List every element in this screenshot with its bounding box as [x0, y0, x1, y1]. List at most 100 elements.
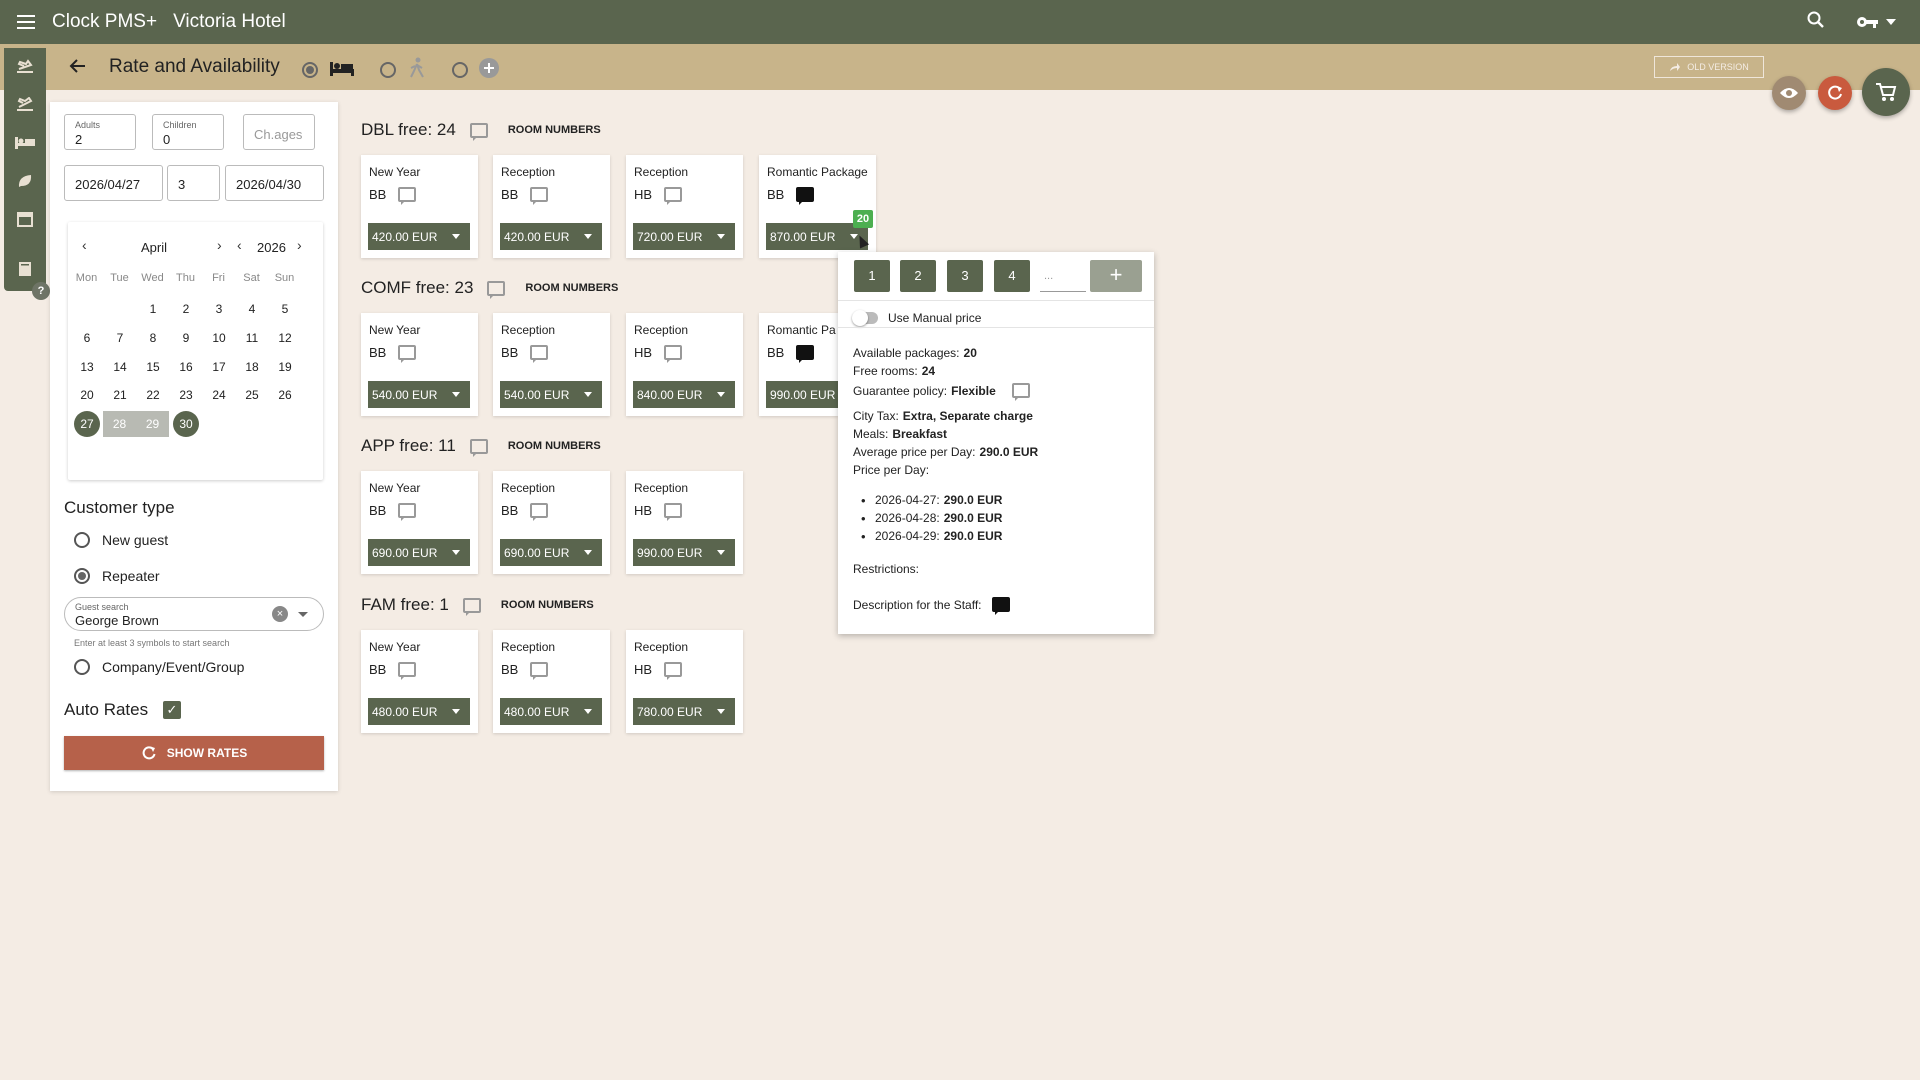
price-dropdown-button[interactable]: 990.00 EUR — [633, 539, 735, 566]
comment-icon[interactable] — [530, 187, 549, 205]
key-icon[interactable] — [1856, 14, 1896, 30]
comment-icon[interactable] — [664, 662, 683, 680]
comment-icon[interactable] — [398, 187, 417, 205]
eye-icon[interactable] — [1772, 76, 1806, 110]
room-numbers-link[interactable]: ROOM NUMBERS — [525, 282, 618, 294]
menu-icon[interactable] — [14, 10, 38, 34]
qty-input[interactable]: ... — [1040, 260, 1086, 292]
next-month-icon[interactable]: › — [217, 237, 222, 253]
price-dropdown-button[interactable]: 420.00 EUR — [500, 223, 602, 250]
comment-icon[interactable] — [398, 662, 417, 680]
show-rates-button[interactable]: SHOW RATES — [64, 736, 324, 770]
comment-icon[interactable] — [487, 280, 506, 299]
qty-button-4[interactable]: 4 — [994, 260, 1030, 292]
customer-option-repeater[interactable]: Repeater — [74, 568, 160, 584]
leaf-icon[interactable] — [14, 170, 36, 192]
cart-icon[interactable] — [1862, 68, 1910, 116]
calendar-day[interactable]: 3 — [206, 296, 232, 322]
guest-search-input[interactable]: Guest search George Brown × — [64, 597, 324, 631]
comment-icon[interactable] — [530, 662, 549, 680]
price-dropdown-button[interactable]: 690.00 EUR — [500, 539, 602, 566]
comment-icon[interactable] — [462, 597, 481, 616]
calendar-day[interactable]: 14 — [107, 354, 133, 380]
calendar-day[interactable]: 30 — [173, 411, 199, 437]
comment-icon[interactable] — [469, 438, 488, 457]
comment-icon[interactable] — [1011, 383, 1030, 401]
comment-icon[interactable] — [664, 187, 683, 205]
comment-icon[interactable] — [530, 503, 549, 521]
calendar-day[interactable]: 12 — [272, 325, 298, 351]
price-dropdown-button[interactable]: 780.00 EUR — [633, 698, 735, 725]
calendar-day[interactable]: 21 — [107, 382, 133, 408]
calendar-day[interactable]: 17 — [206, 354, 232, 380]
prev-year-icon[interactable]: ‹ — [237, 237, 242, 253]
child-ages-field[interactable]: Ch.ages — [243, 114, 315, 150]
manual-price-toggle[interactable] — [852, 310, 878, 326]
calendar-day[interactable]: 4 — [239, 296, 265, 322]
auto-rates-checkbox[interactable]: ✓ — [163, 701, 181, 719]
room-numbers-link[interactable]: ROOM NUMBERS — [508, 124, 601, 136]
refresh-icon[interactable] — [1818, 76, 1852, 110]
comment-icon[interactable] — [398, 503, 417, 521]
next-year-icon[interactable]: › — [297, 237, 302, 253]
calendar-day[interactable]: 25 — [239, 382, 265, 408]
prev-month-icon[interactable]: ‹ — [82, 237, 87, 253]
date-from-field[interactable]: 2026/04/27 — [64, 165, 163, 201]
calendar-day[interactable]: 22 — [140, 382, 166, 408]
mode-radio-activity[interactable] — [380, 61, 396, 78]
qty-button-1[interactable]: 1 — [854, 260, 890, 292]
calendar-day[interactable]: 7 — [107, 325, 133, 351]
date-to-field[interactable]: 2026/04/30 — [225, 165, 324, 201]
children-field[interactable]: Children 0 — [152, 114, 224, 150]
back-arrow-icon[interactable] — [68, 56, 88, 82]
calendar-day[interactable]: 26 — [272, 382, 298, 408]
customer-option-new-guest[interactable]: New guest — [74, 532, 168, 548]
comment-icon[interactable] — [398, 345, 417, 363]
price-dropdown-button[interactable]: 480.00 EUR — [368, 698, 470, 725]
price-dropdown-button[interactable]: 990.00 EUR — [766, 381, 838, 408]
calendar-day[interactable]: 13 — [74, 354, 100, 380]
old-version-button[interactable]: OLD VERSION — [1654, 56, 1764, 78]
calendar-icon[interactable] — [14, 208, 36, 230]
chevron-down-icon[interactable] — [298, 612, 308, 617]
arrivals-icon[interactable] — [14, 56, 36, 78]
price-dropdown-button[interactable]: 540.00 EUR — [500, 381, 602, 408]
mode-radio-extra[interactable] — [452, 61, 468, 78]
calendar-day[interactable]: 29 — [136, 411, 169, 437]
price-dropdown-button[interactable]: 540.00 EUR — [368, 381, 470, 408]
adults-field[interactable]: Adults 2 — [64, 114, 136, 150]
calendar-day[interactable]: 15 — [140, 354, 166, 380]
qty-button-2[interactable]: 2 — [900, 260, 936, 292]
calendar-day[interactable]: 16 — [173, 354, 199, 380]
price-dropdown-button[interactable]: 420.00 EUR — [368, 223, 470, 250]
nights-field[interactable]: 3 — [167, 165, 220, 201]
comment-icon[interactable] — [664, 345, 683, 363]
comment-icon[interactable] — [469, 122, 488, 141]
calendar-day[interactable]: 27 — [74, 411, 100, 437]
book-icon[interactable] — [14, 258, 36, 280]
calendar-day[interactable]: 9 — [173, 325, 199, 351]
calendar-day[interactable]: 19 — [272, 354, 298, 380]
comment-icon[interactable] — [664, 503, 683, 521]
price-dropdown-button[interactable]: 840.00 EUR — [633, 381, 735, 408]
calendar-day[interactable]: 18 — [239, 354, 265, 380]
price-dropdown-button[interactable]: 480.00 EUR — [500, 698, 602, 725]
calendar-day[interactable]: 2 — [173, 296, 199, 322]
customer-option-company[interactable]: Company/Event/Group — [74, 659, 244, 675]
price-dropdown-button[interactable]: 720.00 EUR — [633, 223, 735, 250]
calendar-day[interactable]: 20 — [74, 382, 100, 408]
departures-icon[interactable] — [14, 94, 36, 116]
comment-icon[interactable] — [991, 597, 1010, 615]
comment-icon[interactable] — [796, 345, 815, 363]
calendar-day[interactable]: 23 — [173, 382, 199, 408]
calendar-day[interactable]: 1 — [140, 296, 166, 322]
mode-radio-room[interactable] — [302, 61, 318, 78]
qty-button-3[interactable]: 3 — [947, 260, 983, 292]
search-icon[interactable] — [1806, 10, 1826, 33]
price-dropdown-button[interactable]: 690.00 EUR — [368, 539, 470, 566]
calendar-day[interactable]: 8 — [140, 325, 166, 351]
rooms-icon[interactable] — [14, 132, 36, 154]
calendar-day[interactable]: 10 — [206, 325, 232, 351]
calendar-day[interactable]: 28 — [103, 411, 136, 437]
calendar-day[interactable]: 6 — [74, 325, 100, 351]
